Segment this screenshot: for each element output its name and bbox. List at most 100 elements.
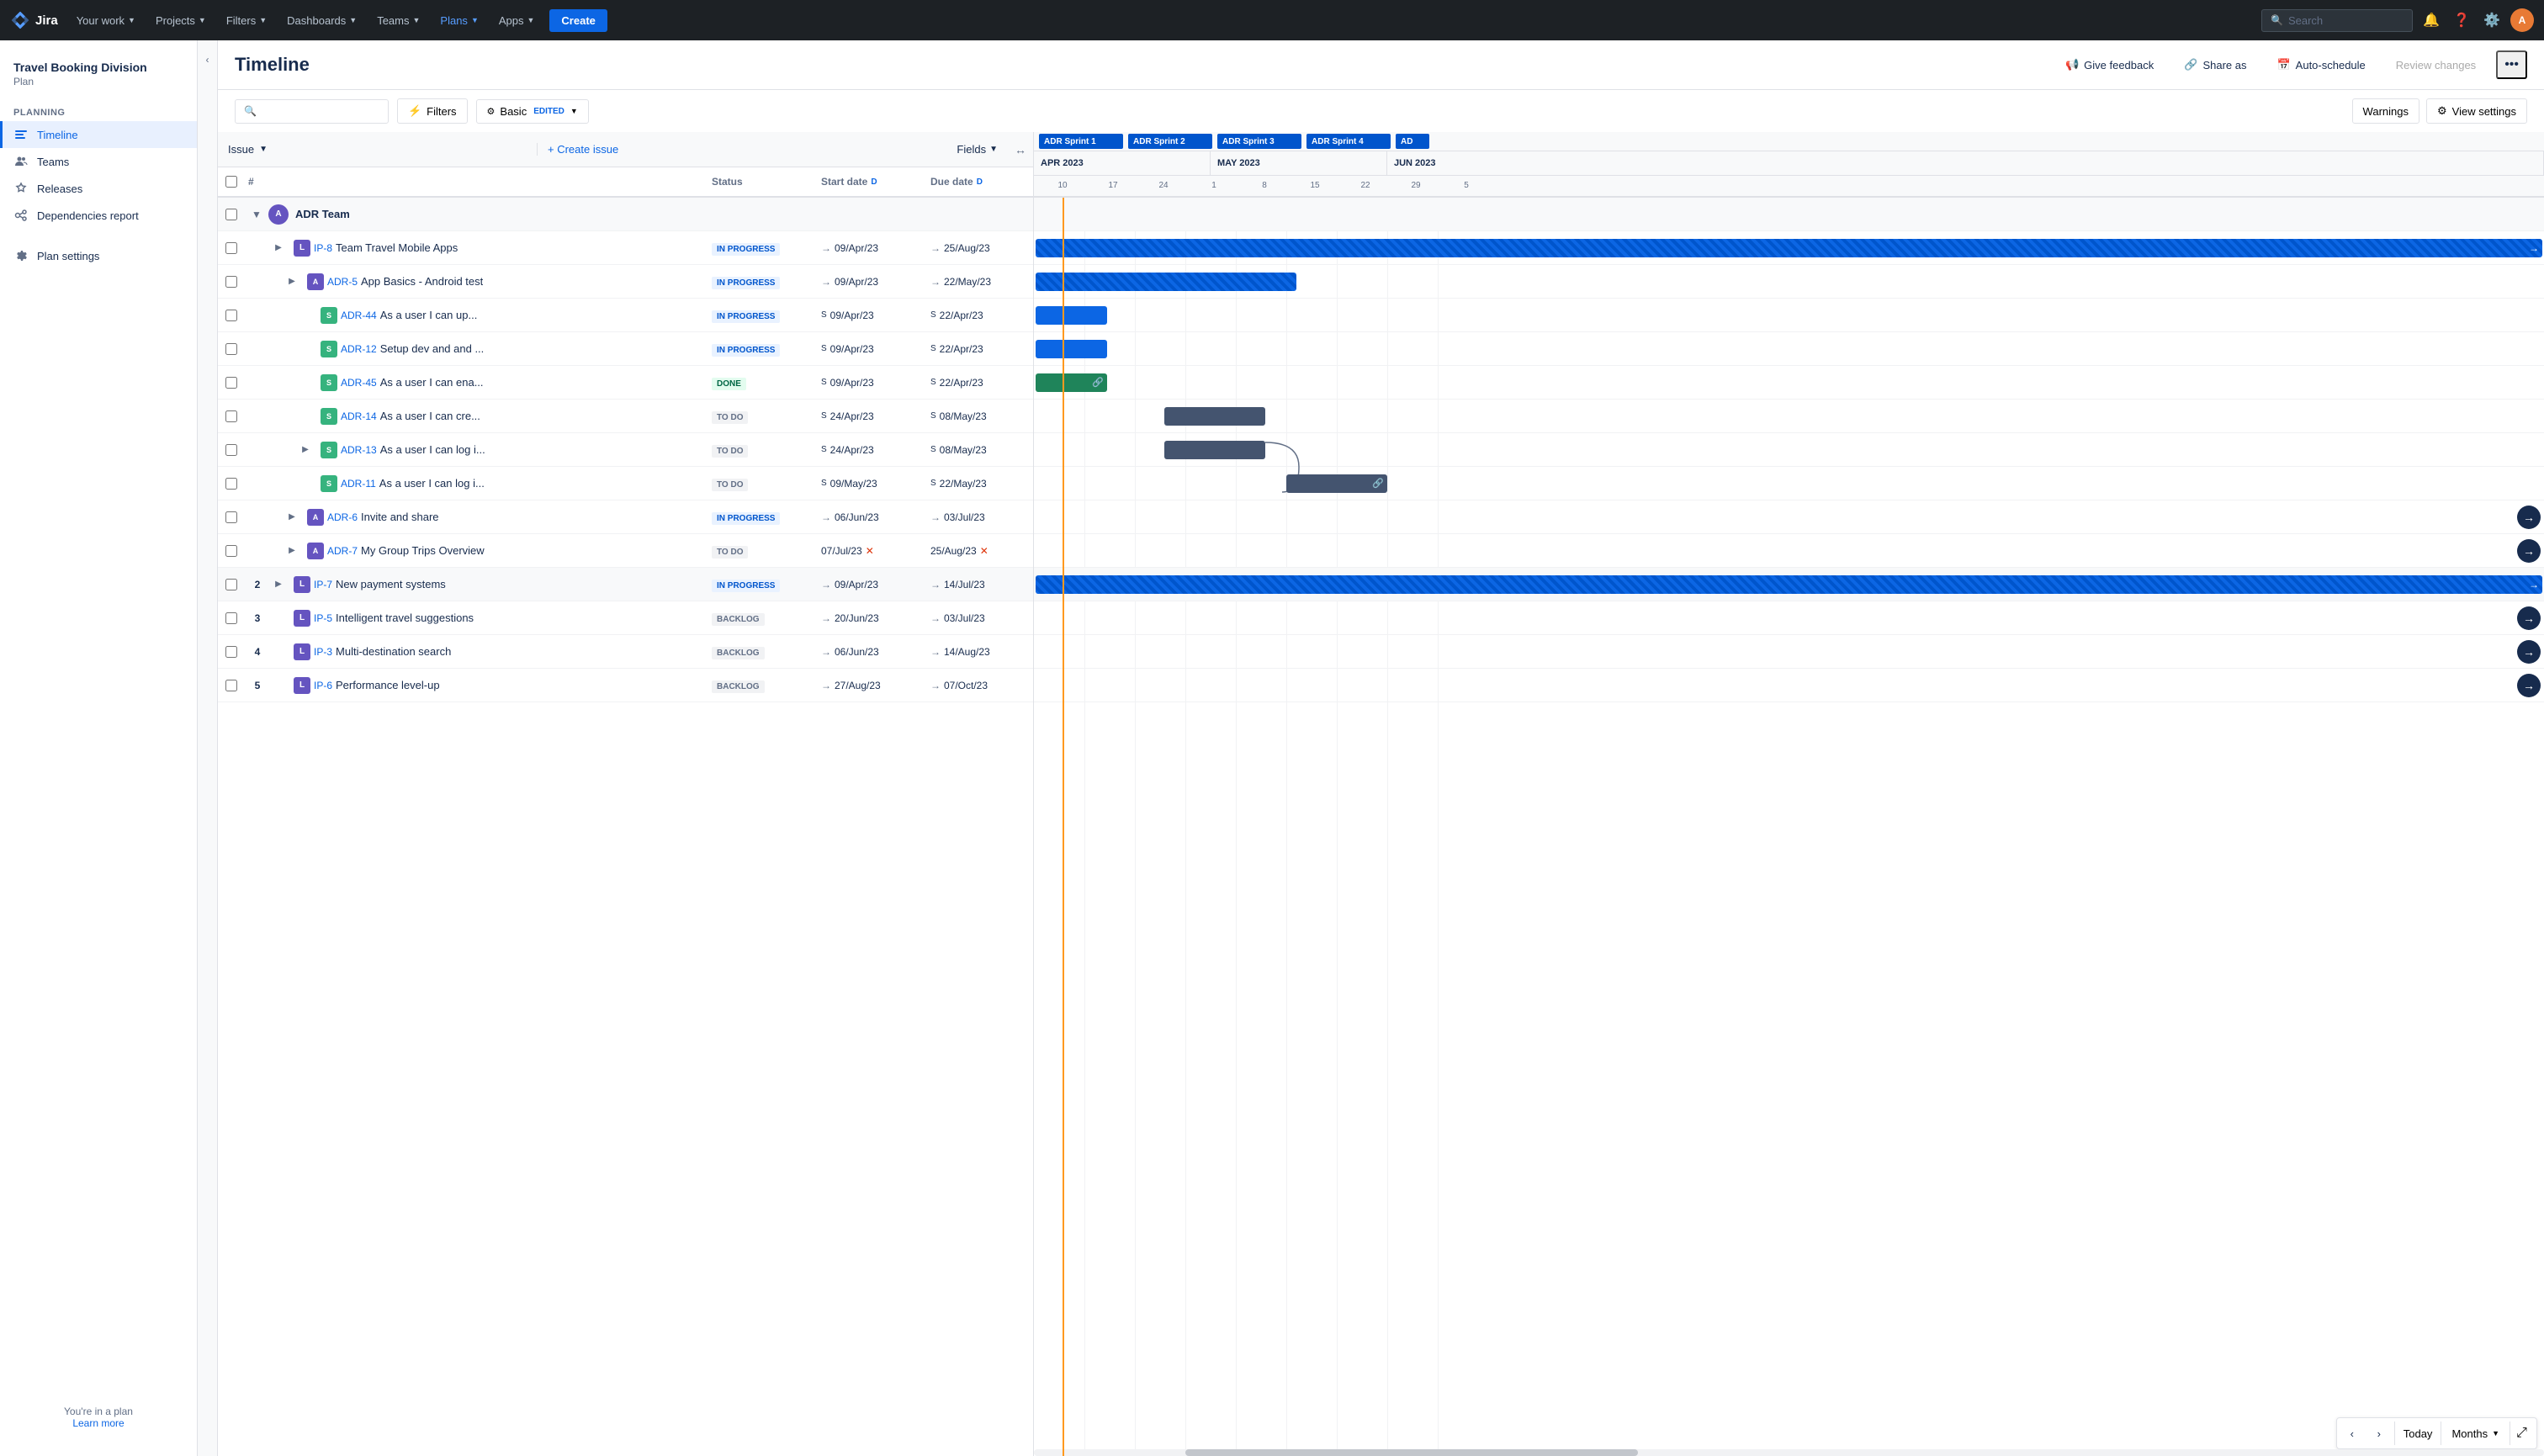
gantt-scrollbar-thumb[interactable] (1185, 1449, 1639, 1456)
basic-edited-button[interactable]: ⚙ Basic EDITED ▼ (476, 99, 589, 124)
jira-logo[interactable]: Jira (10, 10, 58, 30)
ip5-id[interactable]: IP-5 (314, 612, 332, 624)
adr6-id[interactable]: ADR-6 (327, 511, 358, 523)
adr13-title[interactable]: As a user I can log i... (380, 443, 485, 456)
sidebar-item-timeline[interactable]: Timeline (0, 121, 197, 148)
adr14-title[interactable]: As a user I can cre... (380, 410, 480, 422)
share-as-button[interactable]: 🔗 Share as (2174, 53, 2256, 77)
ip8-title[interactable]: Team Travel Mobile Apps (336, 241, 458, 254)
adr13-id[interactable]: ADR-13 (341, 444, 377, 456)
notifications-icon[interactable]: 🔔 (2419, 8, 2443, 32)
nav-filters[interactable]: Filters▼ (218, 9, 275, 32)
issue-list-header: Issue ▼ + Create issue Fields ▼ ↔ (218, 132, 1033, 167)
gantt-fullscreen-button[interactable]: ⤢ (2510, 1422, 2533, 1445)
sidebar-item-releases[interactable]: Releases (0, 175, 197, 202)
adr5-title[interactable]: App Basics - Android test (361, 275, 483, 288)
adr6-right-arrow[interactable]: → (2517, 506, 2541, 529)
search-box[interactable]: 🔍 Search (2261, 9, 2413, 32)
gantt-next-button[interactable]: › (2367, 1422, 2391, 1445)
nav-your-work[interactable]: Your work▼ (68, 9, 144, 32)
nav-teams[interactable]: Teams▼ (368, 9, 428, 32)
gantt-prev-button[interactable]: ‹ (2340, 1422, 2364, 1445)
more-options-button[interactable]: ••• (2496, 50, 2527, 79)
adr44-title[interactable]: As a user I can up... (380, 309, 478, 321)
nav-apps[interactable]: Apps▼ (490, 9, 543, 32)
search-input[interactable] (262, 105, 379, 118)
page-title: Timeline (235, 54, 310, 76)
filters-button[interactable]: ⚡ Filters (397, 98, 468, 124)
ip6-status: BACKLOG (705, 679, 814, 691)
warnings-button[interactable]: Warnings (2352, 98, 2419, 124)
gantt-bar-adr44[interactable] (1036, 306, 1107, 325)
sidebar-item-plan-settings[interactable]: Plan settings (0, 242, 197, 269)
filter-search-box[interactable]: 🔍 (235, 99, 389, 124)
col-start-header[interactable]: Start date D (814, 176, 924, 188)
give-feedback-button[interactable]: 📢 Give feedback (2055, 53, 2164, 77)
adr7-id[interactable]: ADR-7 (327, 545, 358, 557)
adr7-expand[interactable]: ▶ (284, 546, 300, 555)
adr6-expand[interactable]: ▶ (284, 512, 300, 522)
search-icon: 🔍 (2271, 14, 2283, 26)
ip5-title[interactable]: Intelligent travel suggestions (336, 612, 474, 624)
sidebar-item-teams[interactable]: Teams (0, 148, 197, 175)
adr7-right-arrow[interactable]: → (2517, 539, 2541, 563)
adr5-id[interactable]: ADR-5 (327, 276, 358, 288)
nav-projects[interactable]: Projects▼ (147, 9, 215, 32)
expand-cols-button[interactable]: ↔ (1015, 143, 1026, 156)
help-icon[interactable]: ❓ (2450, 8, 2473, 32)
adr5-expand[interactable]: ▶ (284, 277, 300, 286)
adr12-id[interactable]: ADR-12 (341, 343, 377, 355)
ip6-right-arrow[interactable]: → (2517, 674, 2541, 697)
ip5-right-arrow[interactable]: → (2517, 606, 2541, 630)
ip8-expand[interactable]: ▶ (270, 243, 287, 252)
col-due-header[interactable]: Due date D (924, 176, 1033, 188)
ip6-id[interactable]: IP-6 (314, 680, 332, 691)
adr45-id[interactable]: ADR-45 (341, 377, 377, 389)
select-all-checkbox[interactable] (218, 176, 245, 188)
view-settings-button[interactable]: ⚙ View settings (2426, 98, 2527, 124)
adr45-title[interactable]: As a user I can ena... (380, 376, 484, 389)
gantt-today-button[interactable]: Today (2394, 1422, 2442, 1445)
adr13-expand[interactable]: ▶ (297, 445, 314, 454)
gantt-bar-ip7[interactable]: → (1036, 575, 2542, 594)
adr11-id[interactable]: ADR-11 (341, 478, 376, 490)
ip3-right-arrow[interactable]: → (2517, 640, 2541, 664)
fields-button[interactable]: Fields ▼ (946, 143, 1008, 156)
adr12-title[interactable]: Setup dev and and ... (380, 342, 485, 355)
ip3-id[interactable]: IP-3 (314, 646, 332, 658)
create-button[interactable]: Create (549, 9, 607, 32)
col-issue[interactable]: Issue ▼ (218, 143, 538, 156)
gantt-bar-adr12[interactable] (1036, 340, 1107, 358)
user-avatar[interactable]: A (2510, 8, 2534, 32)
adr6-title[interactable]: Invite and share (361, 511, 439, 523)
gantt-bar-ip8[interactable]: → (1036, 239, 2542, 257)
adr44-id[interactable]: ADR-44 (341, 310, 377, 321)
create-issue-button[interactable]: + Create issue (538, 143, 628, 156)
gantt-bar-adr14[interactable] (1164, 407, 1265, 426)
settings-icon[interactable]: ⚙️ (2480, 8, 2504, 32)
sidebar-collapse-button[interactable]: ‹ (198, 40, 218, 1456)
adr7-title[interactable]: My Group Trips Overview (361, 544, 485, 557)
gantt-scrollbar[interactable] (1034, 1449, 2544, 1456)
gantt-bar-adr11[interactable]: 🔗 (1286, 474, 1387, 493)
gantt-months-selector[interactable]: Months ▼ (2445, 1422, 2506, 1445)
gantt-sprint-row: ADR Sprint 1 ADR Sprint 2 ADR Sprint 3 A… (1034, 132, 2544, 151)
nav-plans[interactable]: Plans▼ (432, 9, 486, 32)
gantt-bar-adr5[interactable] (1036, 273, 1296, 291)
ip7-id[interactable]: IP-7 (314, 579, 332, 590)
learn-more-link[interactable]: Learn more (72, 1417, 124, 1429)
sidebar-item-dependencies[interactable]: Dependencies report (0, 202, 197, 229)
adr11-title[interactable]: As a user I can log i... (379, 477, 485, 490)
auto-schedule-button[interactable]: 📅 Auto-schedule (2266, 53, 2375, 77)
adr14-id[interactable]: ADR-14 (341, 410, 377, 422)
ip7-title[interactable]: New payment systems (336, 578, 446, 590)
review-changes-button[interactable]: Review changes (2386, 54, 2486, 77)
gantt-bar-adr45[interactable]: 🔗 (1036, 373, 1107, 392)
gantt-bar-adr13[interactable] (1164, 441, 1265, 459)
adr-group-collapse[interactable]: ▼ (248, 209, 265, 220)
ip7-expand[interactable]: ▶ (270, 580, 287, 589)
ip3-title[interactable]: Multi-destination search (336, 645, 451, 658)
ip8-id[interactable]: IP-8 (314, 242, 332, 254)
nav-dashboards[interactable]: Dashboards▼ (278, 9, 365, 32)
ip6-title[interactable]: Performance level-up (336, 679, 440, 691)
